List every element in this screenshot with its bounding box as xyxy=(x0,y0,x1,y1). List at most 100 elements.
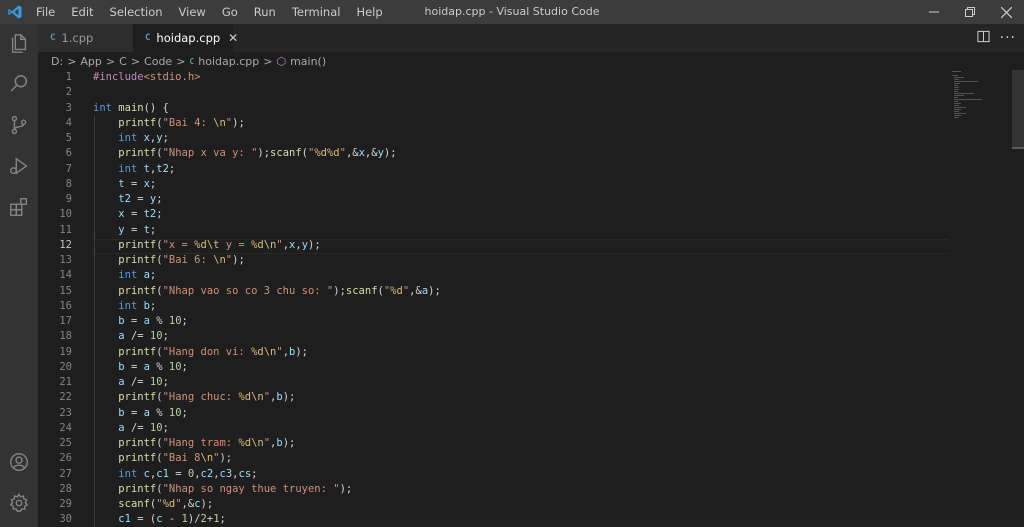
menu-edit[interactable]: Edit xyxy=(63,0,101,24)
code-line[interactable]: 16 int b; xyxy=(38,298,950,314)
code-line[interactable]: 13 printf("Bai 6: \n"); xyxy=(38,253,950,269)
code-line[interactable]: 3 int main() { xyxy=(38,101,950,116)
code-line[interactable]: 27 int c,c1 = 0,c2,c3,cs; xyxy=(38,466,950,482)
tab-label: 1.cpp xyxy=(61,31,94,45)
code-line[interactable]: 23 b = a % 10; xyxy=(38,405,950,421)
line-number: 20 xyxy=(59,360,72,373)
code-line[interactable]: 24 a /= 10; xyxy=(38,420,950,436)
code-line[interactable]: 10 x = t2; xyxy=(38,207,950,223)
line-number: 30 xyxy=(59,513,72,526)
breadcrumb-item[interactable]: Code xyxy=(144,55,172,68)
code-editor[interactable]: 1 #include<stdio.h> 2 3 int main() {4 printf… xyxy=(38,70,1024,527)
code-line[interactable]: 12 printf("x = %d\t y = %d\n",x,y); xyxy=(38,237,950,254)
code-text: b = a % 10; xyxy=(93,314,188,329)
code-line[interactable]: 11 y = t; xyxy=(38,222,950,238)
menu-go[interactable]: Go xyxy=(214,0,246,24)
code-token: #include xyxy=(93,71,144,83)
code-line[interactable]: 17 b = a % 10; xyxy=(38,314,950,330)
line-number: 17 xyxy=(59,315,72,327)
breadcrumb-item[interactable]: App xyxy=(80,55,102,68)
minimize-button[interactable] xyxy=(916,0,952,24)
code-line[interactable]: 28 printf("Nhap so ngay thue truyen: "); xyxy=(38,481,950,497)
code-token: printf xyxy=(118,116,157,129)
code-token: printf xyxy=(118,452,157,465)
search-icon[interactable] xyxy=(0,65,38,103)
code-token: "Hang chuc: xyxy=(162,391,239,404)
code-line[interactable]: 1 #include<stdio.h> xyxy=(38,70,950,85)
more-actions-icon[interactable]: ··· xyxy=(1000,30,1016,46)
vertical-scrollbar[interactable] xyxy=(1012,70,1024,527)
code-text: a /= 10; xyxy=(93,329,169,344)
line-number: 16 xyxy=(59,299,72,312)
code-line[interactable]: 2 xyxy=(38,85,950,100)
code-text: int main() { xyxy=(93,101,169,116)
code-line[interactable]: 8 t = x; xyxy=(38,176,950,192)
settings-gear-icon[interactable] xyxy=(0,484,38,522)
code-line[interactable]: 15 printf("Nhap vao so co 3 chu so: ");s… xyxy=(38,283,950,299)
breadcrumb-item[interactable]: main() xyxy=(290,55,326,68)
activity-bar xyxy=(0,24,38,527)
scrollbar-thumb[interactable] xyxy=(1012,70,1024,148)
menu-terminal[interactable]: Terminal xyxy=(284,0,349,24)
restore-button[interactable] xyxy=(952,0,988,24)
code-text: t2 = y; xyxy=(93,192,162,207)
code-text: printf("Hang chuc: %d\n",b); xyxy=(93,390,295,405)
minimap[interactable] xyxy=(950,70,986,120)
menu-selection[interactable]: Selection xyxy=(102,0,171,24)
tab-1cpp[interactable]: C 1.cpp xyxy=(38,24,133,52)
menu-help[interactable]: Help xyxy=(348,0,390,24)
code-line[interactable]: 20 b = a % 10; xyxy=(38,359,950,375)
code-line[interactable]: 29 scanf("%d",&c); xyxy=(38,497,950,513)
explorer-icon[interactable] xyxy=(0,24,38,62)
breadcrumb-item[interactable]: D: xyxy=(51,55,63,68)
code-token: % xyxy=(149,315,169,327)
extensions-icon[interactable] xyxy=(0,188,38,226)
code-line[interactable]: 26 printf("Bai 8\n"); xyxy=(38,451,950,467)
code-token: main xyxy=(118,101,144,114)
account-icon[interactable] xyxy=(0,443,38,481)
code-text: printf("x = %d\t y = %d\n",x,y); xyxy=(93,238,320,253)
code-token: ; xyxy=(181,406,188,419)
menu-run[interactable]: Run xyxy=(246,0,284,24)
code-line[interactable]: 6 printf("Nhap x va y: ");scanf("%d%d",&… xyxy=(38,146,950,162)
code-line[interactable]: 19 printf("Hang don vi: %d\n",b); xyxy=(38,344,950,360)
code-line[interactable]: 5 int x,y; xyxy=(38,131,950,147)
code-line[interactable]: 25 printf("Hang tram: %d\n",b); xyxy=(38,436,950,452)
code-line[interactable]: 4 printf("Bai 4: \n"); xyxy=(38,115,950,131)
menu-file[interactable]: File xyxy=(28,0,63,24)
code-line[interactable]: 30 c1 = (c - 1)/2+1; xyxy=(38,512,950,527)
code-line[interactable]: 18 a /= 10; xyxy=(38,329,950,345)
run-debug-icon[interactable] xyxy=(0,147,38,185)
close-tab-icon[interactable]: ✕ xyxy=(228,31,238,45)
breadcrumb-item[interactable]: hoidap.cpp xyxy=(198,55,259,68)
code-token: ; xyxy=(149,223,157,236)
code-token: "Bai 8 xyxy=(162,452,201,465)
source-control-icon[interactable] xyxy=(0,106,38,144)
breadcrumb-item[interactable]: C xyxy=(119,55,127,68)
code-line[interactable]: 14 int a; xyxy=(38,268,950,284)
code-token: int xyxy=(118,162,144,175)
line-number: 7 xyxy=(65,162,72,175)
split-editor-icon[interactable] xyxy=(977,30,990,47)
menu-view[interactable]: View xyxy=(171,0,214,24)
code-line[interactable]: 7 int t,t2; xyxy=(38,161,950,177)
code-token: ; xyxy=(251,467,258,480)
line-number: 28 xyxy=(59,482,72,495)
code-text: int b; xyxy=(93,299,156,314)
code-line[interactable]: 9 t2 = y; xyxy=(38,192,950,208)
code-token: printf xyxy=(118,238,157,251)
code-line[interactable]: 21 a /= 10; xyxy=(38,375,950,391)
close-window-button[interactable] xyxy=(988,0,1024,24)
breadcrumb-separator: > xyxy=(263,54,273,68)
code-line[interactable]: 22 printf("Hang chuc: %d\n",b); xyxy=(38,390,950,406)
code-token: /= xyxy=(124,330,150,343)
code-text: printf("Nhap so ngay thue truyen: "); xyxy=(93,482,352,497)
code-token: int xyxy=(118,299,144,312)
tab-hoidapcpp[interactable]: C hoidap.cpp ✕ xyxy=(133,24,238,52)
code-text: x = t2; xyxy=(93,207,162,222)
